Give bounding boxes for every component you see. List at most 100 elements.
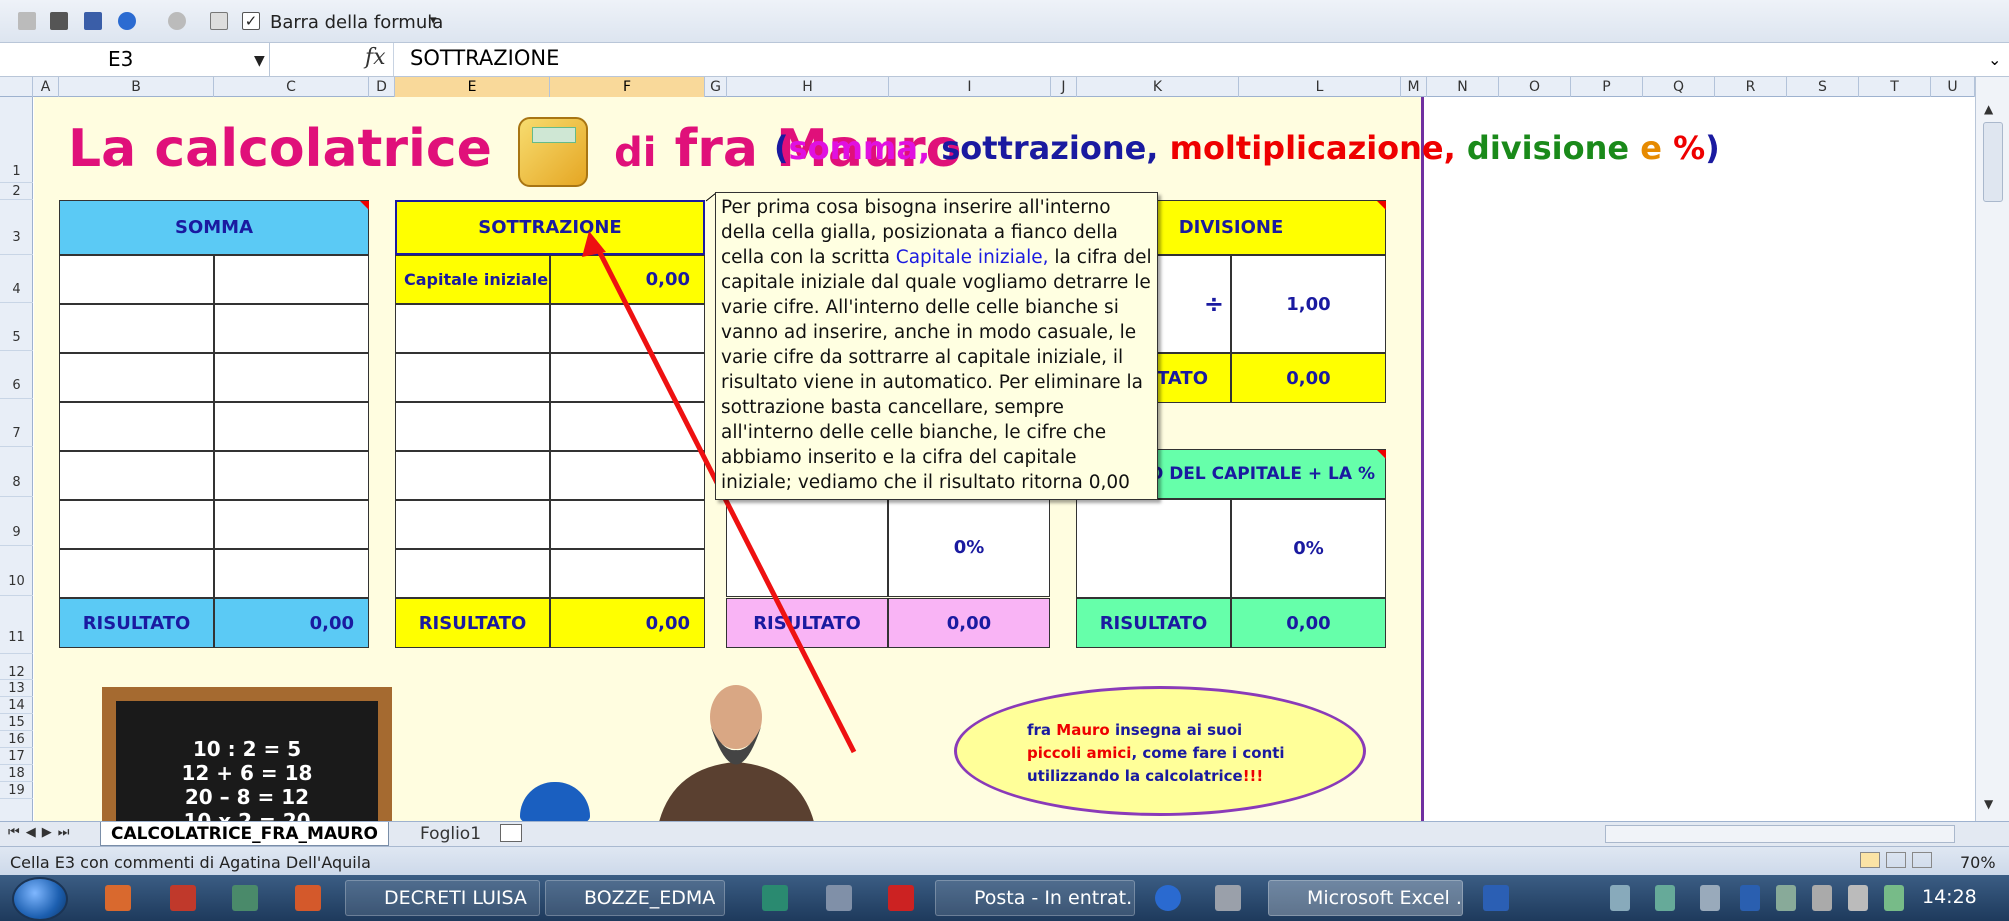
insert-sheet-icon[interactable]: [500, 824, 522, 842]
excel-window: ✓ Barra della formula ▾ E3 ▼ fx SOTTRAZI…: [0, 0, 2009, 921]
taskbar-decreti-luisa[interactable]: DECRETI LUISA: [345, 880, 540, 916]
col-B[interactable]: B: [59, 77, 214, 97]
col-U[interactable]: U: [1931, 77, 1975, 97]
vertical-scrollbar[interactable]: ▲ ▼: [1975, 77, 2009, 821]
print-preview-icon[interactable]: [210, 12, 228, 30]
row-14[interactable]: 14: [0, 697, 33, 714]
col-F[interactable]: F: [550, 77, 705, 97]
col-K[interactable]: K: [1077, 77, 1239, 97]
col-I[interactable]: I: [889, 77, 1051, 97]
scroll-thumb[interactable]: [1983, 122, 2003, 202]
start-button[interactable]: [12, 877, 68, 921]
name-box[interactable]: E3: [0, 43, 270, 76]
powerpoint-icon[interactable]: [295, 885, 321, 911]
comment-text-2: la cifra del capitale iniziale dal quale…: [721, 247, 1152, 493]
col-E[interactable]: E: [395, 77, 550, 97]
tray-icon[interactable]: [1776, 885, 1796, 911]
formula-separator: [393, 43, 394, 76]
save-icon[interactable]: [84, 12, 102, 30]
col-H[interactable]: H: [727, 77, 889, 97]
align-icon[interactable]: [50, 12, 68, 30]
col-M[interactable]: M: [1401, 77, 1427, 97]
row-7[interactable]: 7: [0, 399, 33, 447]
cell-comment-popup: Per prima cosa bisogna inserire all'inte…: [715, 192, 1158, 500]
row-8[interactable]: 8: [0, 447, 33, 497]
checkbox-icon[interactable]: ✓: [242, 12, 260, 30]
row-13[interactable]: 13: [0, 680, 33, 697]
row-11[interactable]: 11: [0, 596, 33, 654]
col-L[interactable]: L: [1239, 77, 1401, 97]
col-N[interactable]: N: [1427, 77, 1499, 97]
tab-foglio1[interactable]: Foglio1: [410, 822, 491, 846]
name-box-dropdown-icon[interactable]: ▼: [254, 53, 265, 69]
expand-formula-icon[interactable]: ⌄: [1988, 50, 2001, 69]
row-18[interactable]: 18: [0, 765, 33, 782]
tray-icon[interactable]: [1700, 885, 1720, 911]
col-T[interactable]: T: [1859, 77, 1931, 97]
row-19[interactable]: 19: [0, 782, 33, 799]
row-3[interactable]: 3: [0, 200, 33, 255]
col-O[interactable]: O: [1499, 77, 1571, 97]
scroll-down-icon[interactable]: ▼: [1984, 797, 1993, 811]
row-15[interactable]: 15: [0, 714, 33, 731]
cut-icon[interactable]: [18, 12, 36, 30]
normal-view-icon[interactable]: [1860, 852, 1880, 868]
app-icon[interactable]: [826, 885, 852, 911]
formula-input[interactable]: SOTTRAZIONE: [410, 46, 559, 70]
horizontal-scrollbar[interactable]: [1605, 825, 1955, 843]
app-icon[interactable]: [1215, 885, 1241, 911]
row-2[interactable]: 2: [0, 183, 33, 200]
row-16[interactable]: 16: [0, 731, 33, 748]
tray-icon[interactable]: [1740, 885, 1760, 911]
taskbar-bozze-edma[interactable]: BOZZE_EDMA: [545, 880, 725, 916]
publisher-icon[interactable]: [762, 885, 788, 911]
col-S[interactable]: S: [1787, 77, 1859, 97]
taskbar-excel[interactable]: Microsoft Excel ...: [1268, 880, 1463, 916]
col-P[interactable]: P: [1571, 77, 1643, 97]
row-6[interactable]: 6: [0, 351, 33, 399]
col-R[interactable]: R: [1715, 77, 1787, 97]
col-Q[interactable]: Q: [1643, 77, 1715, 97]
scroll-up-icon[interactable]: ▲: [1984, 102, 1993, 116]
zoom-level[interactable]: 70%: [1960, 853, 1996, 872]
media-icon[interactable]: [105, 885, 131, 911]
customize-qat-icon[interactable]: ▾: [430, 13, 437, 28]
status-bar: Cella E3 con commenti di Agatina Dell'Aq…: [0, 846, 2009, 875]
volume-icon[interactable]: [1812, 885, 1832, 911]
tray-icon[interactable]: [1610, 885, 1630, 911]
windows-taskbar: DECRETI LUISA BOZZE_EDMA Posta - In entr…: [0, 875, 2009, 921]
internet-explorer-icon[interactable]: [1155, 885, 1181, 911]
row-1[interactable]: 1: [0, 97, 33, 183]
formula-bar-toggle-label[interactable]: Barra della formula: [270, 12, 443, 33]
word-icon[interactable]: [1483, 885, 1509, 911]
app-icon[interactable]: [232, 885, 258, 911]
quick-access-toolbar: ✓ Barra della formula ▾: [0, 0, 2009, 43]
acrobat-icon[interactable]: [888, 885, 914, 911]
tab-calcolatrice[interactable]: CALCOLATRICE_FRA_MAURO: [100, 822, 389, 846]
tray-icon[interactable]: [1655, 885, 1675, 911]
tab-nav-icon[interactable]: ⏮◀▶⏭: [8, 825, 75, 840]
col-D[interactable]: D: [369, 77, 395, 97]
col-J[interactable]: J: [1051, 77, 1077, 97]
undo-icon[interactable]: [118, 12, 136, 30]
row-9[interactable]: 9: [0, 497, 33, 546]
row-headers: 1 2 3 4 5 6 7 8 9 10 11 12 13 14 15 16 1…: [0, 97, 33, 821]
redo-icon[interactable]: [168, 12, 186, 30]
row-12[interactable]: 12: [0, 654, 33, 680]
insert-function-icon[interactable]: fx: [365, 45, 386, 70]
network-icon[interactable]: [1848, 885, 1868, 911]
row-5[interactable]: 5: [0, 303, 33, 351]
row-10[interactable]: 10: [0, 546, 33, 596]
col-C[interactable]: C: [214, 77, 369, 97]
col-A[interactable]: A: [33, 77, 59, 97]
page-break-icon[interactable]: [1912, 852, 1932, 868]
select-all-corner[interactable]: [0, 77, 33, 97]
app-icon[interactable]: [170, 885, 196, 911]
row-17[interactable]: 17: [0, 748, 33, 765]
row-4[interactable]: 4: [0, 255, 33, 303]
taskbar-posta[interactable]: Posta - In entrat...: [935, 880, 1135, 916]
tray-icon[interactable]: [1884, 885, 1904, 911]
col-G[interactable]: G: [705, 77, 727, 97]
clock[interactable]: 14:28: [1922, 886, 1977, 908]
page-layout-icon[interactable]: [1886, 852, 1906, 868]
